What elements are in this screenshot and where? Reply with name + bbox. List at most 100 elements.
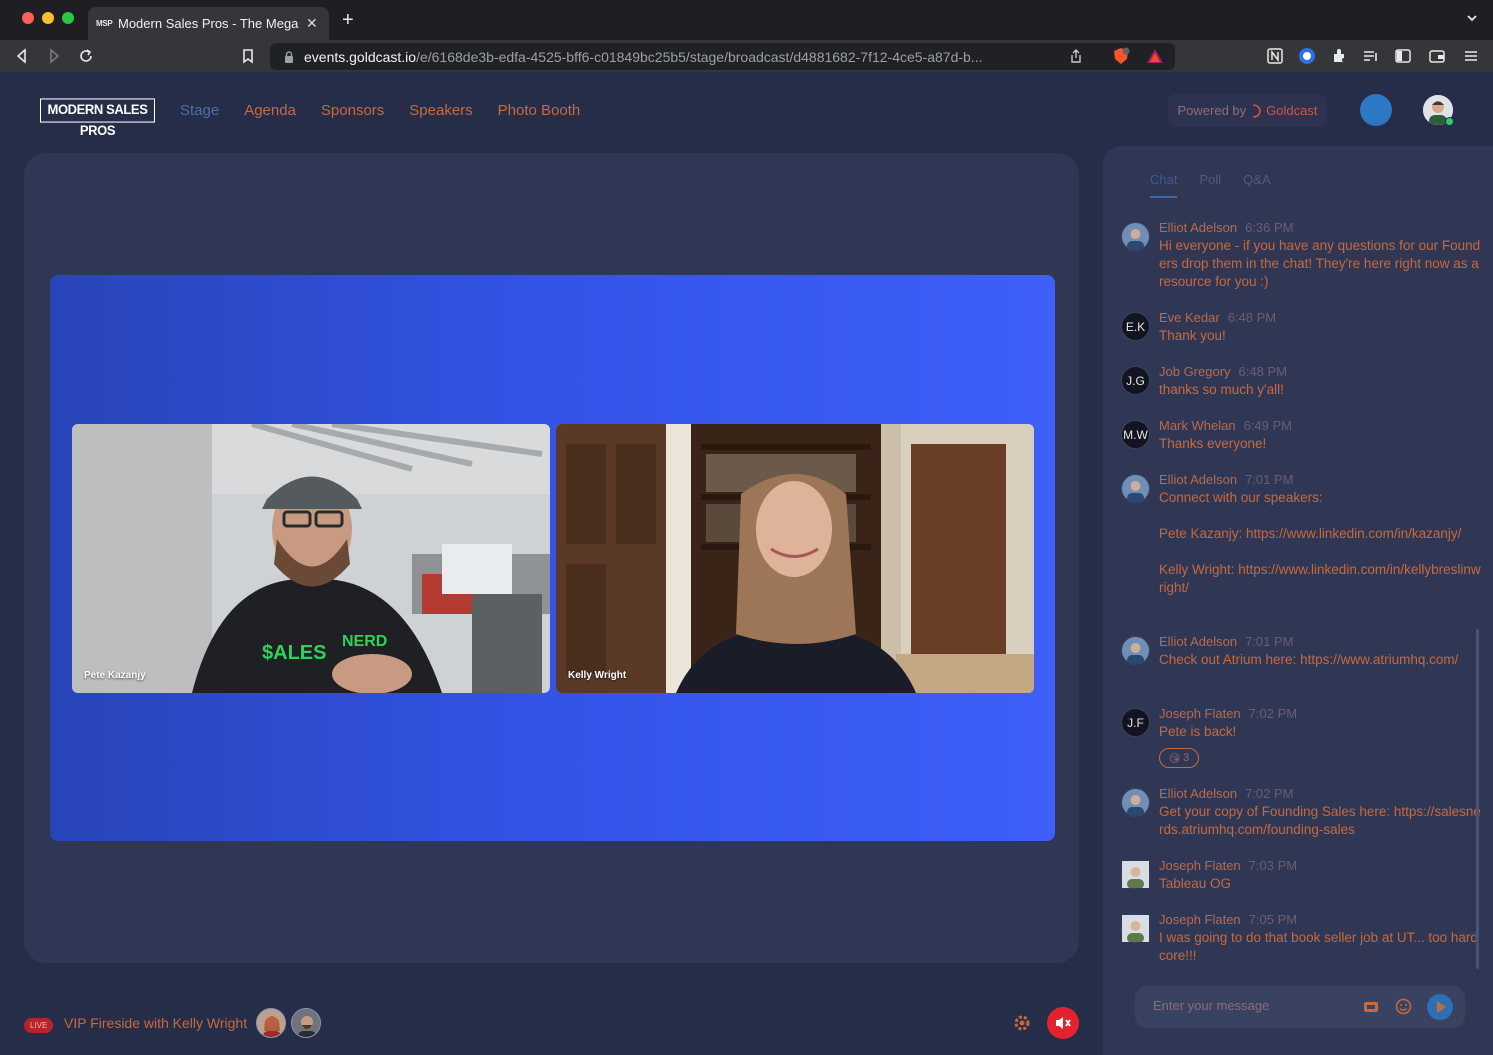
chat-author: Elliot Adelson [1159, 220, 1238, 235]
nav-agenda[interactable]: Agenda [244, 102, 296, 119]
new-tab-button[interactable]: + [342, 9, 354, 32]
chat-message-header: Job Gregory 6:48 PM [1159, 364, 1287, 379]
playlist-icon[interactable] [1362, 47, 1380, 65]
mute-audio-button[interactable] [1047, 1007, 1079, 1039]
notion-extension-icon[interactable] [1266, 47, 1284, 65]
speaker-avatar-pete[interactable] [291, 1008, 321, 1038]
url-text: events.goldcast.io/e/6168de3b-edfa-4525-… [304, 48, 983, 65]
bookmark-icon[interactable] [239, 47, 257, 65]
avatar-photo-icon [1127, 643, 1144, 664]
speaker-muted-icon [1056, 1017, 1071, 1029]
chat-avatar: J.G [1121, 366, 1150, 395]
main-nav: Stage Agenda Sponsors Speakers Photo Boo… [180, 102, 580, 119]
address-bar[interactable]: events.goldcast.io/e/6168de3b-edfa-4525-… [270, 43, 1175, 70]
share-icon[interactable] [1068, 48, 1084, 64]
wallet-icon[interactable] [1428, 47, 1446, 65]
powered-by-label: Powered by [1177, 103, 1247, 118]
live-badge: LIVE [24, 1018, 54, 1033]
chat-time: 6:48 PM [1238, 364, 1287, 379]
avatar-photo-icon [1122, 861, 1149, 888]
session-title: VIP Fireside with Kelly Wright [64, 1015, 248, 1031]
browser-toolbar: events.goldcast.io/e/6168de3b-edfa-4525-… [0, 40, 1493, 72]
chat-text: Thanks everyone! [1159, 436, 1267, 451]
avatar-photo-icon [1127, 481, 1144, 502]
reaction-emoji: 😘 [1168, 752, 1181, 765]
chat-avatar [1121, 860, 1150, 889]
online-status-dot [1445, 117, 1454, 126]
chat-author: Joseph Flaten [1159, 706, 1241, 721]
chat-text: Check out Atrium here: https://www.atriu… [1159, 652, 1459, 667]
gif-icon[interactable] [1363, 999, 1379, 1015]
reaction-chip[interactable]: 😘 3 [1159, 748, 1199, 768]
tab-list-chevron-icon[interactable] [1465, 11, 1479, 25]
tab-chat[interactable]: Chat [1150, 172, 1178, 198]
nav-sponsors[interactable]: Sponsors [321, 102, 384, 119]
browser-tab[interactable]: MSP Modern Sales Pros - The Mega ✕ [88, 7, 329, 40]
menu-icon[interactable] [1462, 47, 1480, 65]
svg-text:$ALES: $ALES [262, 642, 326, 664]
nav-photo-booth[interactable]: Photo Booth [498, 102, 581, 119]
powered-by-brand: Goldcast [1266, 103, 1318, 118]
goldcast-logo-icon [1253, 103, 1261, 118]
reload-icon[interactable] [77, 47, 95, 65]
chat-author: Job Gregory [1159, 364, 1231, 379]
chat-sidebar: Chat Poll Q&A Elliot Adelson 6:36 PM Hi e… [1103, 146, 1493, 1055]
minimize-window-button[interactable] [42, 12, 54, 24]
chat-time: 7:05 PM [1248, 912, 1298, 927]
theme-toggle-button[interactable] [1360, 94, 1392, 126]
speaker-avatar-kelly[interactable] [256, 1008, 286, 1038]
brave-rewards-icon[interactable] [1146, 47, 1164, 65]
nav-stage[interactable]: Stage [180, 102, 219, 119]
chat-text: Tableau OG [1159, 876, 1232, 891]
brave-shield-icon[interactable] [1112, 47, 1130, 65]
speaker-kelly-photo-icon [257, 1009, 285, 1037]
close-window-button[interactable] [22, 12, 34, 24]
chat-text: Hi everyone - if you have any questions … [1159, 238, 1483, 289]
chat-scrollbar[interactable] [1476, 629, 1479, 969]
chat-avatar [1121, 474, 1150, 503]
tab-close-icon[interactable]: ✕ [306, 15, 318, 32]
svg-text:NERD: NERD [342, 633, 387, 650]
tab-poll[interactable]: Poll [1199, 172, 1221, 198]
moon-icon [1377, 103, 1384, 117]
chat-avatar [1121, 636, 1150, 665]
speaker-pete-photo-icon [292, 1009, 320, 1037]
video-tile-pete[interactable]: $ALES NERD Pete Kazanjy [72, 424, 550, 693]
extension-globe-icon[interactable] [1298, 47, 1316, 65]
event-logo[interactable]: MODERN SALES PROS [40, 98, 155, 138]
chat-avatar [1121, 788, 1150, 817]
chat-message-header: Elliot Adelson 7:02 PM [1159, 786, 1293, 801]
settings-gear-icon[interactable] [1012, 1013, 1032, 1033]
sidebar-icon[interactable] [1394, 47, 1412, 65]
chat-author: Elliot Adelson [1159, 634, 1238, 649]
chat-author: Eve Kedar [1159, 310, 1220, 325]
chat-author: Joseph Flaten [1159, 858, 1241, 873]
maximize-window-button[interactable] [62, 12, 74, 24]
chat-time: 7:02 PM [1245, 786, 1294, 801]
back-icon[interactable] [13, 47, 31, 65]
app-header: MODERN SALES PROS Stage Agenda Sponsors … [0, 72, 1493, 148]
forward-icon[interactable] [45, 47, 63, 65]
chat-message-header: Joseph Flaten 7:03 PM [1159, 858, 1297, 873]
tab-qa[interactable]: Q&A [1243, 172, 1270, 198]
tab-title: Modern Sales Pros - The Mega [118, 16, 299, 31]
session-bar: LIVE VIP Fireside with Kelly Wright [0, 991, 1103, 1055]
chat-message-header: Elliot Adelson 7:01 PM [1159, 634, 1293, 649]
chat-text: Get your copy of Founding Sales here: ht… [1159, 804, 1481, 837]
powered-by-badge[interactable]: Powered by Goldcast [1168, 94, 1327, 127]
chat-time: 7:01 PM [1245, 634, 1294, 649]
chat-tabs: Chat Poll Q&A [1150, 172, 1271, 198]
chat-message-header: Elliot Adelson 6:36 PM [1159, 220, 1293, 235]
extensions-icon[interactable] [1330, 47, 1348, 65]
video-name-kelly: Kelly Wright [568, 670, 627, 681]
chat-author: Elliot Adelson [1159, 786, 1238, 801]
chat-message-input[interactable] [1153, 998, 1353, 1013]
chat-time: 7:03 PM [1248, 858, 1298, 873]
video-tile-kelly[interactable]: Kelly Wright [556, 424, 1034, 693]
avatar-photo-icon [1127, 795, 1144, 816]
send-message-button[interactable] [1427, 994, 1453, 1020]
nav-speakers[interactable]: Speakers [409, 102, 472, 119]
chat-text: Thank you! [1159, 328, 1226, 343]
emoji-icon[interactable] [1395, 998, 1412, 1015]
chat-author: Joseph Flaten [1159, 912, 1241, 927]
